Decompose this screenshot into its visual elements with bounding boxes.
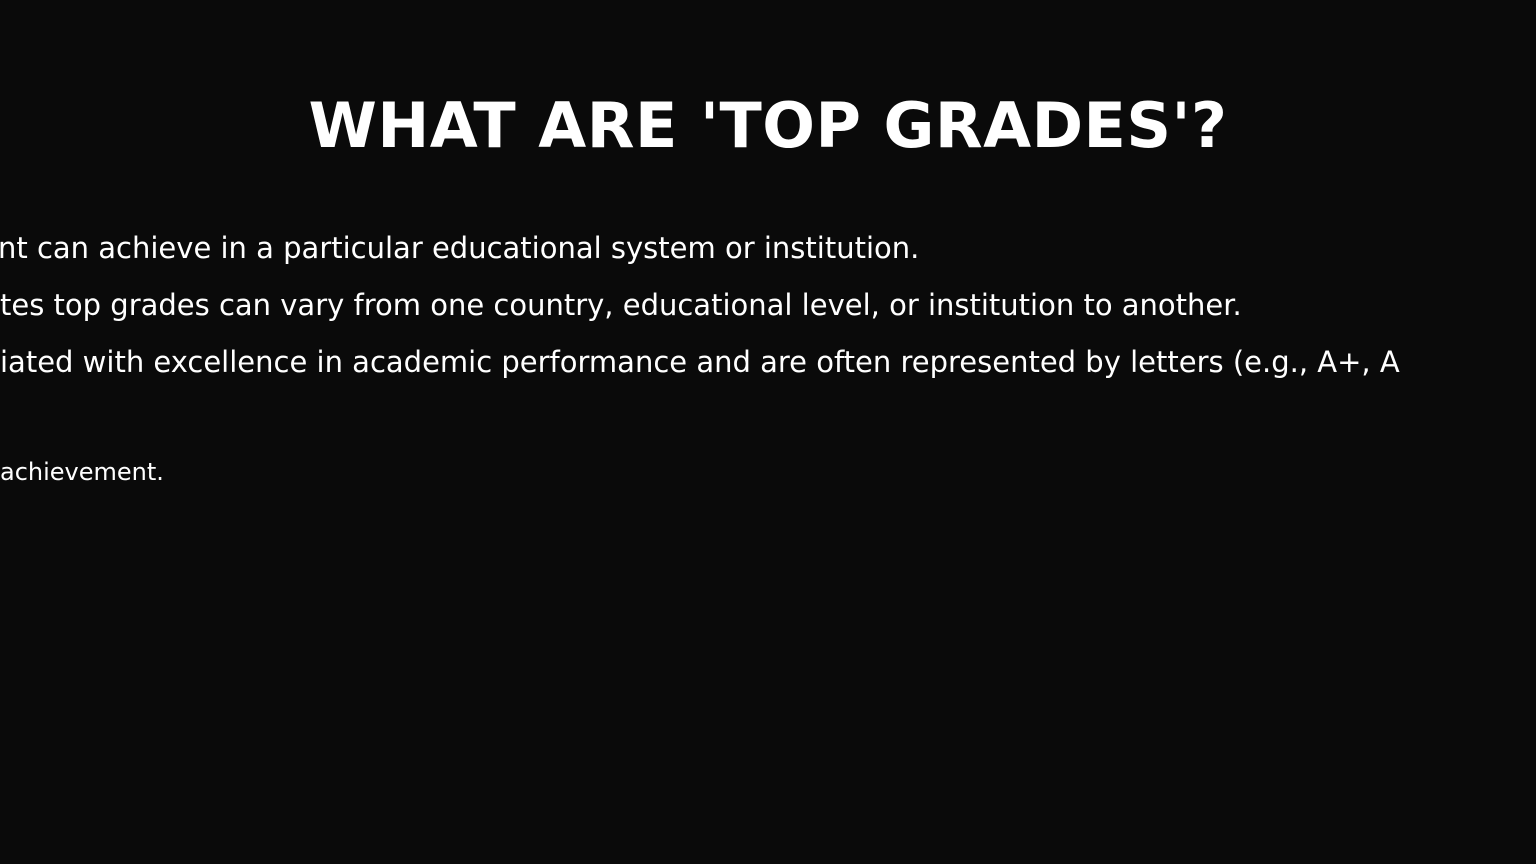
slide: WHAT ARE 'TOP GRADES'? nt can achieve in… xyxy=(0,0,1536,864)
body-line-4: achievement. xyxy=(0,458,164,486)
body-line-1: nt can achieve in a particular education… xyxy=(0,231,920,265)
slide-title: WHAT ARE 'TOP GRADES'? xyxy=(308,89,1228,162)
body-line-2: tes top grades can vary from one country… xyxy=(0,288,1242,322)
body-line-3: iated with excellence in academic perfor… xyxy=(0,345,1400,379)
